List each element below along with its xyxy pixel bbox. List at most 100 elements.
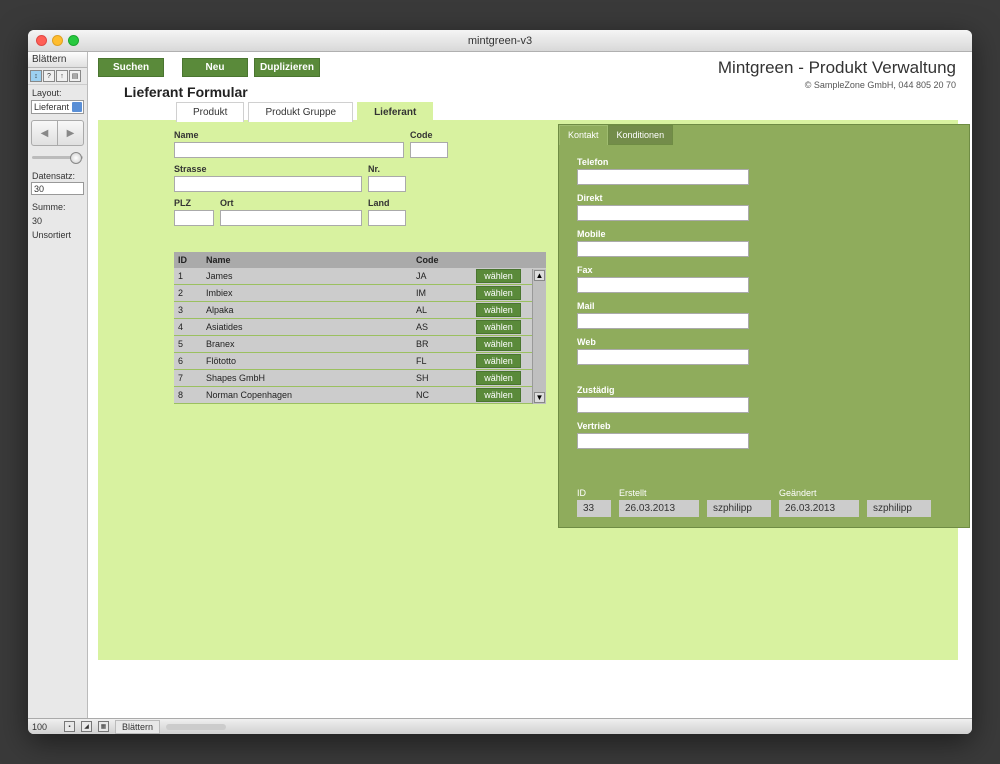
tab-produkt-gruppe[interactable]: Produkt Gruppe bbox=[248, 102, 353, 122]
land-input[interactable] bbox=[368, 210, 406, 226]
zoom-out-icon[interactable]: ▪ bbox=[64, 721, 75, 732]
cell-name: Branex bbox=[202, 339, 412, 349]
land-label: Land bbox=[368, 198, 406, 208]
name-label: Name bbox=[174, 130, 404, 140]
footer-geandert-label: Geändert bbox=[779, 488, 859, 498]
mail-input[interactable] bbox=[577, 313, 749, 329]
cell-code: BR bbox=[412, 339, 472, 349]
scroll-down-icon[interactable]: ▼ bbox=[534, 392, 545, 403]
cell-id: 8 bbox=[174, 390, 202, 400]
record-input[interactable]: 30 bbox=[31, 182, 84, 195]
strasse-label: Strasse bbox=[174, 164, 362, 174]
zoom-value[interactable]: 100 bbox=[32, 722, 58, 732]
cell-code: NC bbox=[412, 390, 472, 400]
form-tabs: Produkt Produkt Gruppe Lieferant bbox=[176, 102, 437, 122]
web-label: Web bbox=[577, 337, 951, 347]
tab-lieferant[interactable]: Lieferant bbox=[357, 102, 433, 122]
table-row[interactable]: 1JamesJAwählen bbox=[174, 268, 546, 285]
sidebar-mode[interactable]: Blättern bbox=[28, 52, 87, 68]
status-slider[interactable] bbox=[166, 724, 226, 730]
plz-input[interactable] bbox=[174, 210, 214, 226]
telefon-label: Telefon bbox=[577, 157, 951, 167]
code-input[interactable] bbox=[410, 142, 448, 158]
cell-code: FL bbox=[412, 356, 472, 366]
plz-label: PLZ bbox=[174, 198, 214, 208]
zoom-in-icon[interactable]: ◢ bbox=[81, 721, 92, 732]
table-row[interactable]: 2ImbiexIMwählen bbox=[174, 285, 546, 302]
detail-panel: Kontakt Konditionen Telefon Direkt Mobil… bbox=[558, 124, 970, 528]
duplicate-button[interactable]: Duplizieren bbox=[254, 58, 320, 77]
main-area: Suchen Neu Duplizieren Mintgreen - Produ… bbox=[88, 52, 972, 718]
select-button[interactable]: wählen bbox=[476, 337, 521, 351]
nr-label: Nr. bbox=[368, 164, 406, 174]
strasse-input[interactable] bbox=[174, 176, 362, 192]
cell-name: Flötotto bbox=[202, 356, 412, 366]
tool-up-icon[interactable]: ↑ bbox=[56, 70, 68, 82]
mobile-input[interactable] bbox=[577, 241, 749, 257]
list-scrollbar[interactable]: ▲ ▼ bbox=[532, 269, 546, 404]
nr-input[interactable] bbox=[368, 176, 406, 192]
record-slider[interactable] bbox=[32, 152, 83, 162]
app-header: Mintgreen - Produkt Verwaltung © SampleZ… bbox=[718, 58, 956, 90]
total-value: 30 bbox=[28, 213, 87, 227]
tab-konditionen[interactable]: Konditionen bbox=[608, 125, 674, 145]
ort-input[interactable] bbox=[220, 210, 362, 226]
new-button[interactable]: Neu bbox=[182, 58, 248, 77]
supplier-form: Name Code Strasse bbox=[174, 130, 464, 232]
header-id: ID bbox=[174, 252, 202, 268]
table-row[interactable]: 6FlötottoFL wählen bbox=[174, 353, 546, 370]
book-next-icon[interactable]: ▶ bbox=[58, 121, 83, 145]
toolbar: Suchen Neu Duplizieren bbox=[98, 58, 320, 77]
supplier-list: ID Name Code 1JamesJAwählen2ImbiexIMwähl… bbox=[174, 252, 546, 404]
vertrieb-input[interactable] bbox=[577, 433, 749, 449]
tab-produkt[interactable]: Produkt bbox=[176, 102, 244, 122]
layout-label: Layout: bbox=[28, 85, 87, 99]
status-mode[interactable]: Blättern bbox=[115, 720, 160, 734]
list-body: 1JamesJAwählen2ImbiexIMwählen3AlpakaALwä… bbox=[174, 268, 546, 404]
cell-name: Asiatides bbox=[202, 322, 412, 332]
name-input[interactable] bbox=[174, 142, 404, 158]
scroll-up-icon[interactable]: ▲ bbox=[534, 270, 545, 281]
layout-select[interactable]: Lieferant bbox=[31, 100, 84, 114]
form-canvas: Produkt Produkt Gruppe Lieferant Name Co… bbox=[98, 120, 958, 660]
zustandig-input[interactable] bbox=[577, 397, 749, 413]
cell-id: 3 bbox=[174, 305, 202, 315]
ort-label: Ort bbox=[220, 198, 362, 208]
app-window: mintgreen-v3 Blättern ↕ ? ↑ ▤ Layout: Li… bbox=[28, 30, 972, 734]
cell-id: 2 bbox=[174, 288, 202, 298]
tool-search-icon[interactable]: ? bbox=[43, 70, 55, 82]
header-name: Name bbox=[202, 252, 412, 268]
record-book[interactable]: ◀ ▶ bbox=[31, 120, 84, 146]
statusbar: 100 ▪ ◢ ▦ Blättern bbox=[28, 718, 972, 734]
form-title: Lieferant Formular bbox=[124, 84, 248, 100]
cell-name: Shapes GmbH bbox=[202, 373, 412, 383]
tool-list-icon[interactable]: ▤ bbox=[69, 70, 81, 82]
select-button[interactable]: wählen bbox=[476, 269, 521, 283]
cell-id: 4 bbox=[174, 322, 202, 332]
cell-id: 6 bbox=[174, 356, 202, 366]
select-button[interactable]: wählen bbox=[476, 303, 521, 317]
select-button[interactable]: wählen bbox=[476, 371, 521, 385]
table-row[interactable]: 5BranexBRwählen bbox=[174, 336, 546, 353]
select-button[interactable]: wählen bbox=[476, 320, 521, 334]
select-button[interactable]: wählen bbox=[476, 354, 521, 368]
tab-kontakt[interactable]: Kontakt bbox=[559, 125, 608, 145]
select-button[interactable]: wählen bbox=[476, 286, 521, 300]
cell-name: James bbox=[202, 271, 412, 281]
select-button[interactable]: wählen bbox=[476, 388, 521, 402]
direkt-input[interactable] bbox=[577, 205, 749, 221]
table-row[interactable]: 8Norman CopenhagenNCwählen bbox=[174, 387, 546, 404]
table-row[interactable]: 3AlpakaALwählen bbox=[174, 302, 546, 319]
search-button[interactable]: Suchen bbox=[98, 58, 164, 77]
total-label: Summe: bbox=[28, 199, 87, 213]
web-input[interactable] bbox=[577, 349, 749, 365]
table-row[interactable]: 4AsiatidesASwählen bbox=[174, 319, 546, 336]
book-prev-icon[interactable]: ◀ bbox=[32, 121, 58, 145]
telefon-input[interactable] bbox=[577, 169, 749, 185]
zoom-fit-icon[interactable]: ▦ bbox=[98, 721, 109, 732]
tool-pointer-icon[interactable]: ↕ bbox=[30, 70, 42, 82]
table-row[interactable]: 7Shapes GmbHSHwählen bbox=[174, 370, 546, 387]
sidebar: Blättern ↕ ? ↑ ▤ Layout: Lieferant ◀ ▶ D… bbox=[28, 52, 88, 718]
fax-input[interactable] bbox=[577, 277, 749, 293]
cell-id: 7 bbox=[174, 373, 202, 383]
